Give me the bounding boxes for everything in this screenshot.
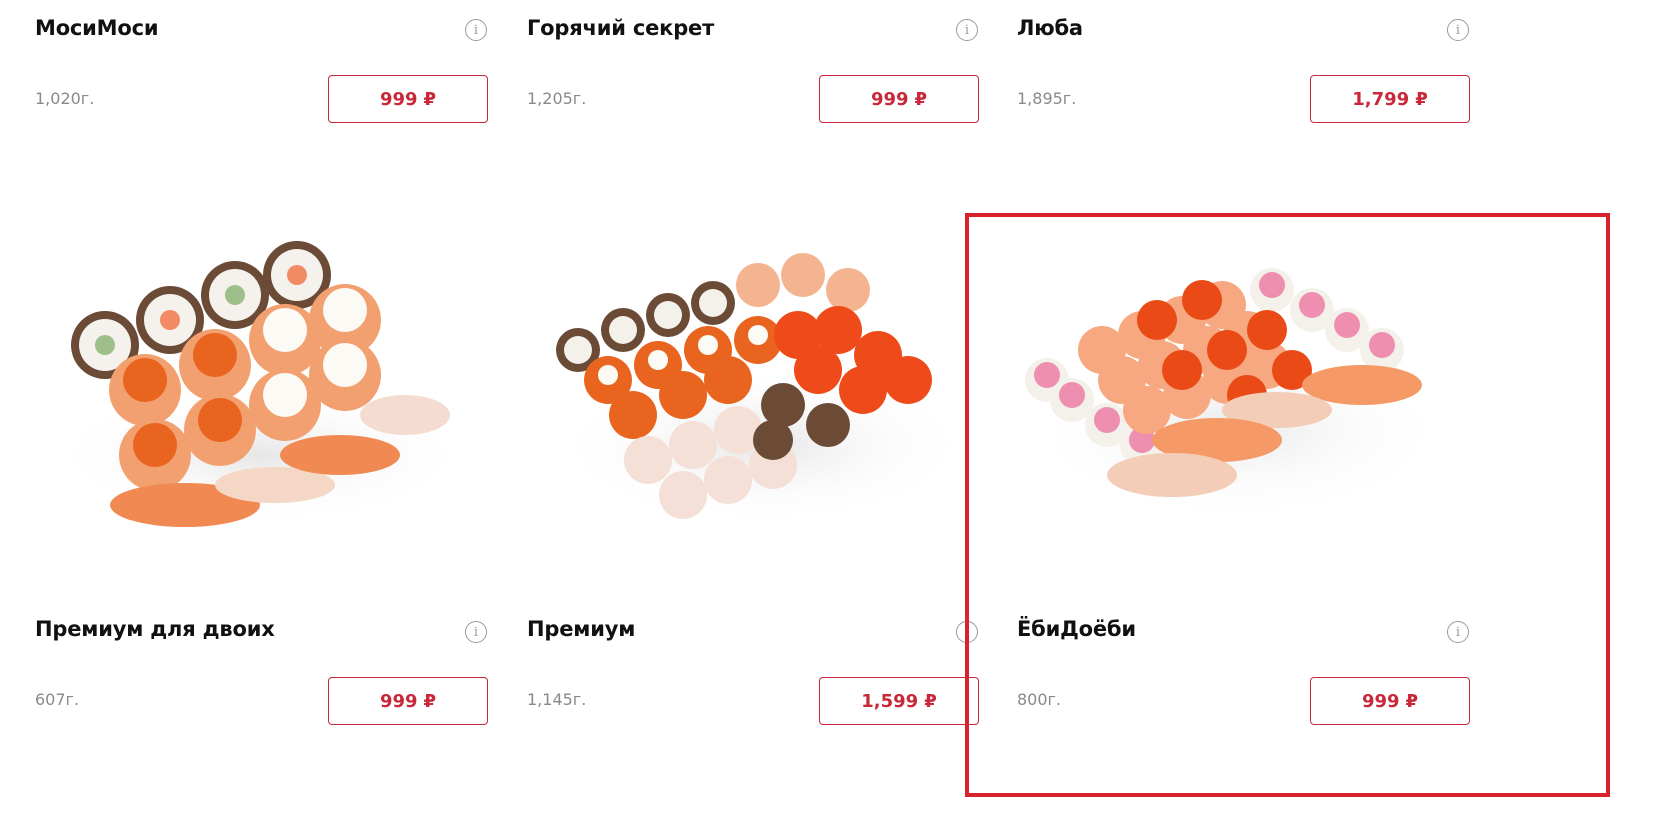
info-icon[interactable]: i	[1447, 19, 1469, 41]
product-title[interactable]: Люба	[1017, 16, 1083, 40]
currency-icon: ₽	[423, 88, 437, 110]
currency-icon: ₽	[924, 690, 937, 712]
product-photo[interactable]	[1022, 250, 1452, 580]
product-photo[interactable]	[45, 235, 475, 565]
product-title[interactable]: Горячий секрет	[527, 16, 714, 40]
price-value: 1,799	[1352, 88, 1410, 110]
price-button[interactable]: 999 ₽	[1310, 677, 1470, 725]
product-photo[interactable]	[548, 245, 978, 575]
product-weight: 1,020г.	[35, 89, 95, 108]
price-button[interactable]: 1,599 ₽	[819, 677, 979, 725]
product-title[interactable]: Премиум	[527, 617, 635, 641]
price-button[interactable]: 999 ₽	[328, 677, 488, 725]
price-value: 999	[870, 88, 909, 110]
price-button[interactable]: 1,799 ₽	[1310, 75, 1470, 123]
info-icon[interactable]: i	[465, 621, 487, 643]
currency-icon: ₽	[1405, 690, 1419, 712]
info-icon[interactable]: i	[956, 621, 978, 643]
product-weight: 607г.	[35, 690, 80, 709]
info-icon[interactable]: i	[465, 19, 487, 41]
price-value: 999	[1361, 690, 1400, 712]
product-weight: 800г.	[1017, 690, 1062, 709]
product-title[interactable]: ЁбиДоёби	[1017, 617, 1136, 641]
product-title[interactable]: МосиМоси	[35, 16, 159, 40]
price-value: 999	[379, 690, 418, 712]
price-value: 999	[379, 88, 418, 110]
price-button[interactable]: 999 ₽	[819, 75, 979, 123]
product-weight: 1,205г.	[527, 89, 587, 108]
currency-icon: ₽	[1415, 88, 1428, 110]
currency-icon: ₽	[914, 88, 928, 110]
info-icon[interactable]: i	[1447, 621, 1469, 643]
product-weight: 1,895г.	[1017, 89, 1077, 108]
product-title[interactable]: Премиум для двоих	[35, 617, 275, 641]
currency-icon: ₽	[423, 690, 437, 712]
product-weight: 1,145г.	[527, 690, 587, 709]
price-value: 1,599	[861, 690, 919, 712]
price-button[interactable]: 999 ₽	[328, 75, 488, 123]
info-icon[interactable]: i	[956, 19, 978, 41]
